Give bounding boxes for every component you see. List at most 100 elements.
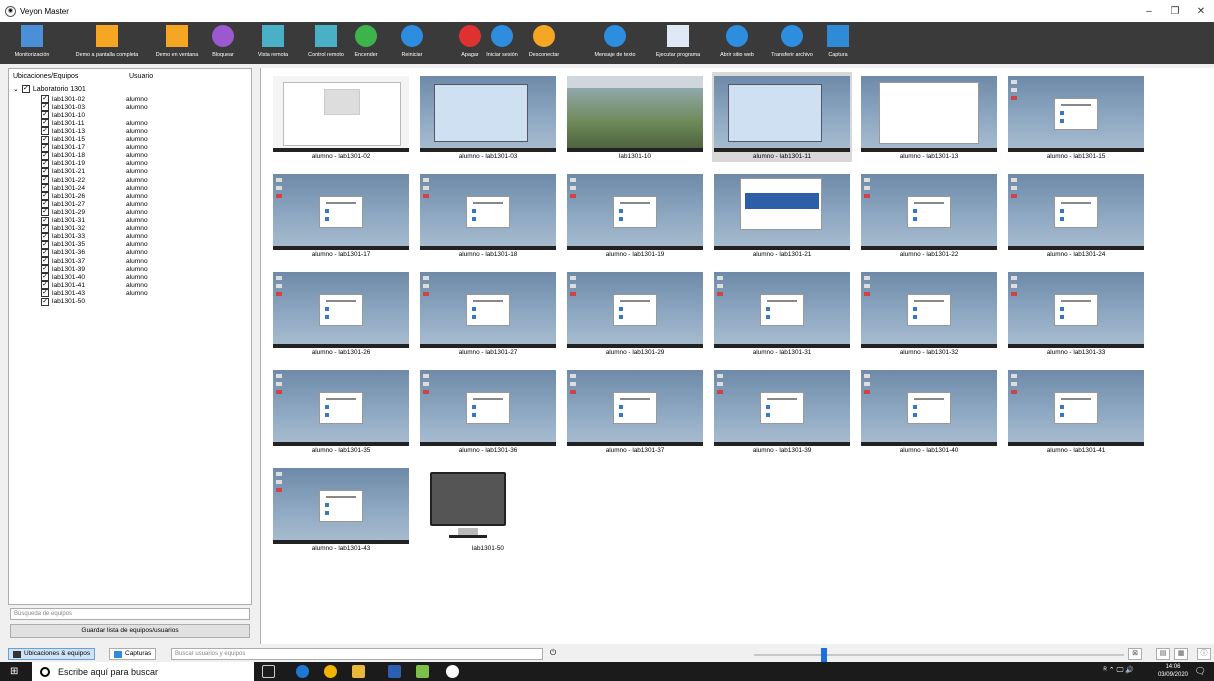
toolbar-button-13[interactable]: Abrir sitio web [712, 22, 762, 64]
toolbar-button-0[interactable]: Monitorización [3, 22, 61, 64]
computer-list-item[interactable]: ✓ lab1301-41 alumno [41, 281, 241, 290]
computer-checkbox[interactable]: ✓ [41, 232, 49, 241]
computer-list-item[interactable]: ✓ lab1301-31 alumno [41, 216, 241, 225]
computer-list-item[interactable]: ✓ lab1301-24 alumno [41, 184, 241, 193]
computer-checkbox[interactable]: ✓ [41, 224, 49, 233]
toolbar-button-4[interactable]: Vista remota [258, 22, 288, 64]
computer-checkbox[interactable]: ✓ [41, 240, 49, 249]
zoom-slider[interactable] [754, 648, 1124, 662]
notepad-icon[interactable] [416, 665, 429, 678]
auto-adjust-icon[interactable]: ⊠ [1128, 648, 1142, 660]
computer-list-item[interactable]: ✓ lab1301-22 alumno [41, 176, 241, 184]
computer-tile[interactable]: alumno - lab1301-17 [271, 170, 411, 260]
toolbar-button-12[interactable]: Ejecutar programa [648, 22, 708, 64]
maximize-button[interactable]: ❐ [1162, 0, 1188, 22]
computer-checkbox[interactable]: ✓ [41, 103, 49, 112]
toolbar-button-7[interactable]: Reiniciar [393, 22, 431, 64]
computer-checkbox[interactable]: ✓ [41, 281, 49, 290]
computer-tile[interactable]: alumno - lab1301-03 [418, 72, 558, 162]
computer-tile[interactable]: alumno - lab1301-13 [859, 72, 999, 162]
computer-list-item[interactable]: ✓ lab1301-18 alumno [41, 151, 241, 160]
computer-list-item[interactable]: ✓ lab1301-40 alumno [41, 273, 241, 282]
computer-list-item[interactable]: ✓ lab1301-32 alumno [41, 224, 241, 233]
computer-checkbox[interactable]: ✓ [41, 159, 49, 168]
toolbar-button-15[interactable]: Captura [822, 22, 854, 64]
toolbar-button-5[interactable]: Control remoto [302, 22, 350, 64]
computer-list-item[interactable]: ✓ lab1301-11 alumno [41, 119, 241, 128]
tab-captures[interactable]: Capturas [109, 648, 157, 660]
computer-tile[interactable]: lab1301-50 [418, 464, 558, 554]
computer-list-item[interactable]: ✓ lab1301-35 alumno [41, 240, 241, 249]
toolbar-button-6[interactable]: Encender [346, 22, 386, 64]
computer-tile[interactable]: alumno - lab1301-29 [565, 268, 705, 358]
computer-tile[interactable]: alumno - lab1301-43 [271, 464, 411, 554]
microphone-icon[interactable]: 🎙 [236, 665, 249, 678]
computer-checkbox[interactable]: ✓ [41, 184, 49, 193]
computer-tile[interactable]: alumno - lab1301-37 [565, 366, 705, 456]
computer-list-item[interactable]: ✓ lab1301-21 alumno [41, 167, 241, 176]
windows-start-icon[interactable]: ⊞ [10, 666, 21, 677]
computer-tile[interactable]: alumno - lab1301-26 [271, 268, 411, 358]
computer-checkbox[interactable]: ✓ [41, 111, 49, 120]
save-list-button[interactable]: Guardar lista de equipos/usuarios [10, 624, 250, 638]
taskbar-search[interactable]: Escribe aquí para buscar [32, 662, 254, 681]
computer-list-item[interactable]: ✓ lab1301-19 alumno [41, 159, 241, 168]
computer-tile[interactable]: alumno - lab1301-31 [712, 268, 852, 358]
computer-tile[interactable]: alumno - lab1301-19 [565, 170, 705, 260]
computer-list-item[interactable]: ✓ lab1301-39 alumno [41, 265, 241, 274]
computer-list-item[interactable]: ✓ lab1301-15 alumno [41, 135, 241, 144]
power-icon[interactable]: ⏻ [547, 648, 559, 660]
user-search-input[interactable]: Buscar usuarios y equipos [171, 648, 543, 660]
computer-tile[interactable]: alumno - lab1301-32 [859, 268, 999, 358]
computer-list-item[interactable]: ✓ lab1301-43 alumno [41, 289, 241, 298]
computer-list-item[interactable]: ✓ lab1301-37 alumno [41, 257, 241, 265]
computer-tile[interactable]: alumno - lab1301-39 [712, 366, 852, 456]
toolbar-button-3[interactable]: Bloquear [208, 22, 238, 64]
computer-checkbox[interactable]: ✓ [41, 127, 49, 136]
tree-root-location[interactable]: ⌄ ✓ Laboratorio 1301 [13, 85, 86, 93]
computer-checkbox[interactable]: ✓ [41, 192, 49, 201]
computer-checkbox[interactable]: ✓ [41, 167, 49, 176]
computer-checkbox[interactable]: ✓ [41, 257, 49, 265]
computer-checkbox[interactable]: ✓ [41, 119, 49, 128]
computer-tile[interactable]: alumno - lab1301-36 [418, 366, 558, 456]
computer-list-item[interactable]: ✓ lab1301-02 alumno [41, 95, 241, 103]
computer-checkbox[interactable]: ✓ [41, 143, 49, 152]
chrome-icon[interactable] [324, 665, 337, 678]
system-tray[interactable]: ᴿ ⌃ 🖵 🔊 [1104, 666, 1134, 675]
tab-locations[interactable]: Ubicaciones & equipos [8, 648, 96, 660]
computer-tile[interactable]: alumno - lab1301-27 [418, 268, 558, 358]
computer-search-input[interactable]: Búsqueda de equipos [10, 608, 250, 620]
computer-list-item[interactable]: ✓ lab1301-17 alumno [41, 143, 241, 152]
computer-checkbox[interactable]: ✓ [41, 297, 49, 306]
toolbar-button-10[interactable]: Desconectar [515, 22, 573, 64]
computer-list-item[interactable]: ✓ lab1301-13 alumno [41, 127, 241, 136]
computer-checkbox[interactable]: ✓ [41, 208, 49, 217]
computer-checkbox[interactable]: ✓ [41, 216, 49, 225]
notifications-icon[interactable]: 🗨 [1195, 666, 1206, 677]
cortana-icon[interactable] [40, 666, 50, 677]
task-view-icon[interactable] [262, 665, 275, 678]
toolbar-button-2[interactable]: Demo en ventana [150, 22, 204, 64]
toolbar-button-1[interactable]: Demo a pantalla completa [67, 22, 147, 64]
toolbar-button-11[interactable]: Mensaje de texto [583, 22, 647, 64]
computer-tile[interactable]: alumno - lab1301-18 [418, 170, 558, 260]
computer-checkbox[interactable]: ✓ [41, 265, 49, 274]
toolbar-button-14[interactable]: Transferir archivo [762, 22, 822, 64]
about-icon[interactable]: ⓘ [1197, 648, 1211, 660]
edge-icon[interactable] [296, 665, 309, 678]
grid-view-icon[interactable]: ▤ [1156, 648, 1170, 660]
computer-checkbox[interactable]: ✓ [41, 151, 49, 160]
computer-tile[interactable]: alumno - lab1301-40 [859, 366, 999, 456]
computer-checkbox[interactable]: ✓ [41, 289, 49, 298]
computer-checkbox[interactable]: ✓ [41, 273, 49, 282]
computer-list-item[interactable]: ✓ lab1301-10 [41, 111, 241, 120]
computer-checkbox[interactable]: ✓ [41, 135, 49, 144]
computer-list-item[interactable]: ✓ lab1301-03 alumno [41, 103, 241, 112]
computer-list-item[interactable]: ✓ lab1301-27 alumno [41, 200, 241, 209]
chevron-down-icon[interactable]: ⌄ [13, 85, 19, 93]
computer-tile[interactable]: alumno - lab1301-02 [271, 72, 411, 162]
computer-tile[interactable]: lab1301-10 [565, 72, 705, 162]
root-checkbox[interactable]: ✓ [21, 85, 30, 93]
tile-view-icon[interactable]: ▦ [1174, 648, 1188, 660]
